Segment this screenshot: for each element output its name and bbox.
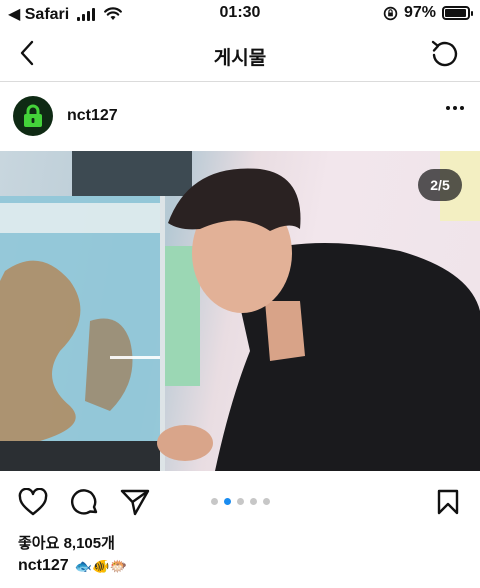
save-button[interactable]: [432, 486, 464, 518]
more-dot: [453, 106, 457, 110]
status-bar: ◀ Safari 01:30 97%: [0, 0, 480, 28]
carousel-dot: [250, 498, 257, 505]
page-title: 게시물: [213, 48, 267, 69]
comment-button[interactable]: [69, 486, 101, 518]
carousel-page-indicator: 2/5: [418, 169, 462, 201]
heart-icon: [18, 488, 48, 516]
like-button[interactable]: [17, 486, 49, 518]
share-button[interactable]: [119, 486, 151, 518]
carousel-dot: [224, 498, 231, 505]
carousel-dot: [263, 498, 270, 505]
rotation-lock-icon: [383, 6, 398, 20]
refresh-icon: [431, 40, 458, 67]
avatar[interactable]: [13, 96, 53, 136]
comment-icon: [71, 489, 98, 515]
caption-text: 🐟🐠🐡: [74, 557, 127, 574]
caption-username[interactable]: nct127: [18, 557, 69, 575]
carousel-dot: [211, 498, 218, 505]
comments-hint[interactable]: ···· ··: [18, 582, 48, 588]
carousel-dot: [237, 498, 244, 505]
carousel-dots: [211, 498, 270, 505]
battery-icon: [442, 6, 473, 20]
likes-count[interactable]: 좋아요 8,105개: [18, 532, 115, 553]
post-actions: [0, 482, 480, 522]
battery-percent: 97%: [403, 4, 436, 21]
battery-level: [445, 9, 467, 17]
more-dot: [460, 106, 464, 110]
photo-illustration: [0, 151, 480, 471]
send-icon: [120, 489, 150, 516]
post-caption: nct127 🐟🐠🐡: [18, 557, 127, 575]
bookmark-icon: [437, 489, 459, 515]
green-lock-icon: [24, 104, 42, 127]
refresh-button[interactable]: [428, 38, 460, 70]
more-options-button[interactable]: [446, 106, 464, 110]
post-header: nct127: [0, 92, 480, 142]
post-username[interactable]: nct127: [67, 107, 118, 125]
post-photo[interactable]: 2/5: [0, 151, 480, 471]
more-dot: [446, 106, 450, 110]
nav-bar: 게시물: [0, 28, 480, 82]
